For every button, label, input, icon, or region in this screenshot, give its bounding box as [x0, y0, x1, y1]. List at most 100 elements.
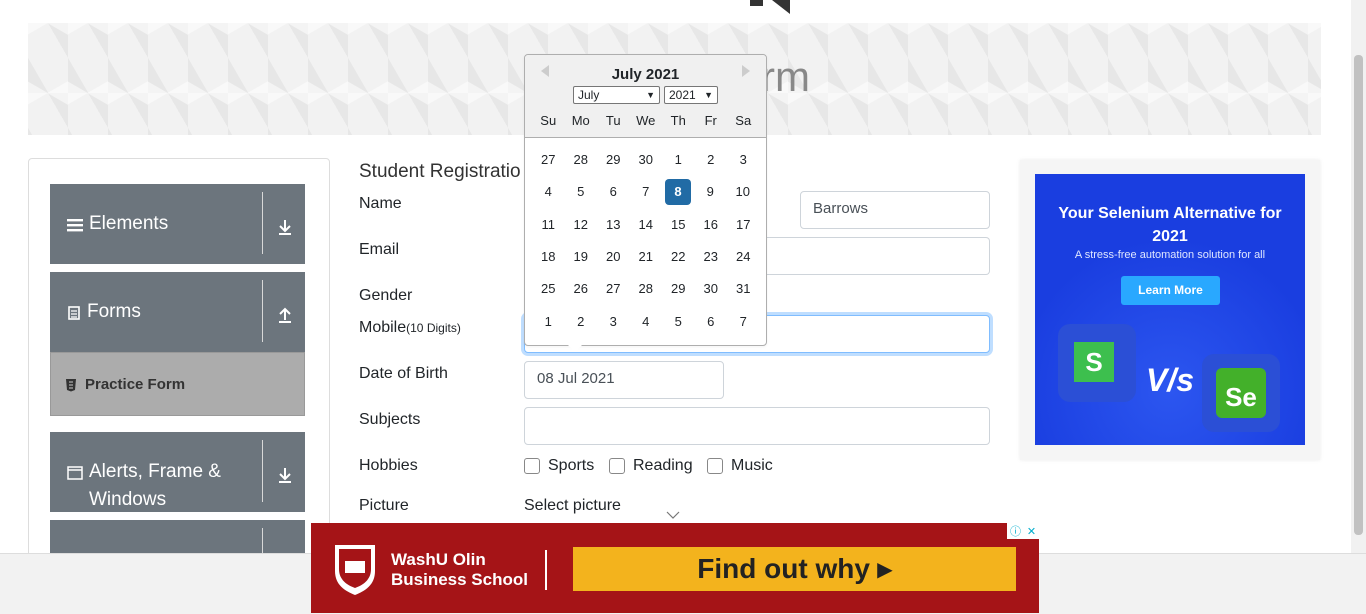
day-cell[interactable]: 5: [565, 179, 598, 205]
sidebar-group-alerts[interactable]: Alerts, Frame & Windows: [50, 432, 305, 512]
sidebar-group-elements[interactable]: Elements: [50, 184, 305, 264]
hobby-reading-checkbox[interactable]: Reading: [609, 457, 693, 475]
datepicker: July 2021 July ▼ 2021 ▼ Su Mo Tu We Th Fr …: [524, 54, 767, 346]
day-cell[interactable]: 15: [662, 212, 695, 238]
year-select[interactable]: 2021 ▼: [664, 86, 718, 104]
day-cell[interactable]: 16: [695, 212, 728, 238]
datepicker-header: July 2021 July ▼ 2021 ▼ Su Mo Tu We Th Fr …: [525, 55, 766, 138]
day-cell[interactable]: 2: [565, 309, 598, 335]
day-cell[interactable]: 4: [532, 179, 565, 205]
sidebar-ad[interactable]: Your Selenium Alternative for 2021 A str…: [1035, 174, 1305, 445]
ad-headline: Your Selenium Alternative for 2021: [1058, 205, 1282, 245]
learn-more-button[interactable]: Learn More: [1121, 276, 1220, 305]
day-cell[interactable]: 5: [662, 309, 695, 335]
day-cell[interactable]: 20: [597, 244, 630, 270]
subjects-input[interactable]: [524, 407, 990, 445]
day-cell[interactable]: 27: [532, 147, 565, 173]
hamburger-icon: [67, 219, 83, 232]
dob-input[interactable]: 08 Jul 2021: [524, 361, 724, 399]
download-icon[interactable]: [276, 218, 294, 236]
sidebar-group-forms[interactable]: Forms: [50, 272, 305, 352]
day-cell[interactable]: 29: [597, 147, 630, 173]
sidebar-item-label: Practice Form: [85, 376, 186, 393]
hobby-music-checkbox[interactable]: Music: [707, 457, 773, 475]
day-cell[interactable]: 28: [630, 276, 663, 302]
bottom-ad[interactable]: WashU Olin Business School Find out why ▸…: [311, 523, 1039, 613]
subjects-label: Subjects: [359, 411, 421, 428]
day-cell[interactable]: 10: [727, 179, 760, 205]
day-cell[interactable]: 30: [630, 147, 663, 173]
sidebar-group-label: Forms: [87, 301, 141, 322]
weekday-label: Mo: [571, 113, 590, 128]
day-cell[interactable]: 9: [694, 179, 727, 205]
page-scrollbar[interactable]: [1351, 0, 1366, 553]
day-cell[interactable]: 3: [597, 309, 630, 335]
day-cell[interactable]: 12: [565, 212, 598, 238]
day-cell[interactable]: 6: [695, 309, 728, 335]
day-cell[interactable]: 4: [630, 309, 663, 335]
weekday-label: Tu: [605, 113, 621, 128]
versus-text: V/s: [1146, 362, 1195, 398]
html5-icon: [66, 379, 76, 392]
document-icon: [68, 306, 80, 320]
katalon-logo-icon: S: [1058, 324, 1136, 402]
month-select[interactable]: July ▼: [573, 86, 660, 104]
sidebar-item-practice-form[interactable]: Practice Form: [50, 352, 305, 416]
day-cell[interactable]: 30: [695, 276, 728, 302]
close-icon[interactable]: ✕: [1027, 525, 1036, 538]
weekday-header: Su Mo Tu We Th Fr Sa: [532, 113, 760, 128]
day-cell[interactable]: 17: [727, 212, 760, 238]
weekday-label: Su: [540, 113, 557, 128]
site-logo: [750, 0, 790, 14]
day-cell[interactable]: 7: [630, 179, 663, 205]
day-cell[interactable]: 23: [695, 244, 728, 270]
datepicker-week-row: 25 26 27 28 29 30 31: [532, 276, 760, 302]
email-input[interactable]: [765, 237, 990, 275]
day-cell[interactable]: 7: [727, 309, 760, 335]
day-cell[interactable]: 3: [727, 147, 760, 173]
last-name-input[interactable]: Barrows: [800, 191, 990, 229]
day-cell[interactable]: 11: [532, 212, 565, 238]
day-cell[interactable]: 21: [630, 244, 663, 270]
download-icon[interactable]: [276, 466, 294, 484]
ad-subline: A stress-free automation solution for al…: [1074, 249, 1266, 261]
ad-school-name: WashU Olin Business School: [391, 550, 528, 589]
next-month-icon[interactable]: [742, 65, 750, 77]
ad-separator: [545, 550, 547, 590]
hobbies-label: Hobbies: [359, 457, 418, 474]
scrollbar-thumb[interactable]: [1354, 55, 1363, 535]
day-cell[interactable]: 1: [532, 309, 565, 335]
name-label: Name: [359, 195, 402, 212]
day-cell[interactable]: 27: [597, 276, 630, 302]
ad-choices[interactable]: ⓘ ✕: [1007, 523, 1039, 539]
day-cell[interactable]: 31: [727, 276, 760, 302]
day-cell[interactable]: 1: [662, 147, 695, 173]
day-cell[interactable]: 13: [597, 212, 630, 238]
day-cell[interactable]: 14: [630, 212, 663, 238]
day-cell[interactable]: 24: [727, 244, 760, 270]
hobby-sports-checkbox[interactable]: Sports: [524, 457, 594, 475]
day-cell[interactable]: 25: [532, 276, 565, 302]
datepicker-week-row: 27 28 29 30 1 2 3: [532, 147, 760, 173]
select-picture-button[interactable]: Select picture: [524, 497, 621, 515]
find-out-why-button[interactable]: Find out why ▸: [573, 547, 1016, 591]
washu-crest-icon: [335, 545, 375, 595]
day-cell[interactable]: 28: [565, 147, 598, 173]
email-label: Email: [359, 241, 400, 258]
gender-label: Gender: [359, 287, 413, 304]
info-icon[interactable]: ⓘ: [1010, 523, 1021, 539]
day-cell[interactable]: 6: [597, 179, 630, 205]
day-cell[interactable]: 18: [532, 244, 565, 270]
day-cell[interactable]: 2: [695, 147, 728, 173]
chevron-down-icon[interactable]: [666, 511, 680, 519]
day-cell[interactable]: 19: [565, 244, 598, 270]
upload-icon[interactable]: [276, 306, 294, 324]
mobile-label: Mobile(10 Digits): [359, 319, 461, 336]
day-cell[interactable]: 29: [662, 276, 695, 302]
datepicker-week-row: 1234567: [532, 309, 760, 335]
weekday-label: We: [636, 113, 656, 128]
day-cell[interactable]: 22: [662, 244, 695, 270]
datepicker-pointer: [566, 343, 584, 352]
day-cell[interactable]: 8: [665, 179, 691, 206]
day-cell[interactable]: 26: [565, 276, 598, 302]
